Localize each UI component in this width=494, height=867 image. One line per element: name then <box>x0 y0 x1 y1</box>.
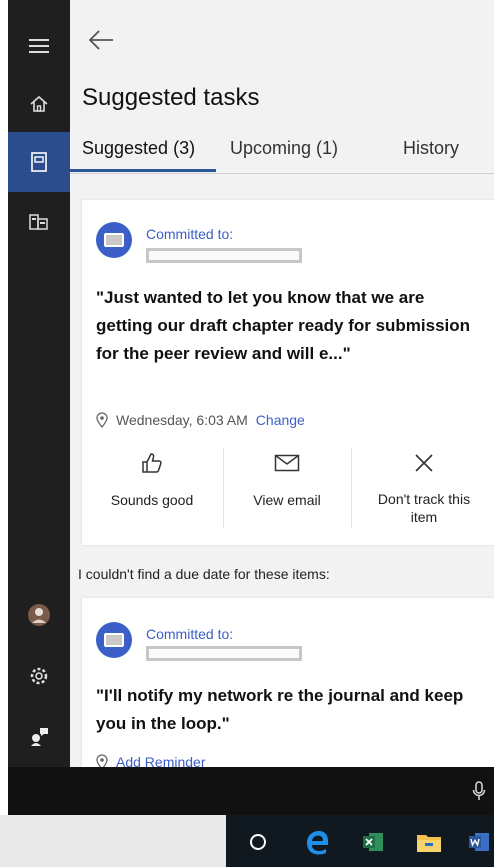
task-card: Committed to: "Just wanted to let you kn… <box>82 200 494 545</box>
reminder-row: Add Reminder <box>96 754 206 767</box>
word-icon <box>469 833 489 851</box>
notebook-button[interactable] <box>8 132 70 192</box>
task-quote: "Just wanted to let you know that we are… <box>96 288 471 363</box>
location-pin-icon <box>96 412 108 428</box>
file-explorer-taskbar-button[interactable] <box>414 827 444 857</box>
cortana-button[interactable] <box>243 827 273 857</box>
menu-button[interactable] <box>8 16 70 76</box>
excel-icon <box>363 833 383 851</box>
active-tab-indicator <box>70 169 216 172</box>
top-bar <box>70 0 494 78</box>
page-title: Suggested tasks <box>82 84 260 111</box>
feedback-button[interactable] <box>8 706 70 766</box>
settings-icon <box>30 667 48 685</box>
main-panel: Suggested tasks Suggested (3) Upcoming (… <box>70 0 494 767</box>
home-icon <box>30 95 48 112</box>
edge-taskbar-button[interactable] <box>302 827 332 857</box>
sounds-good-button[interactable]: Sounds good <box>82 448 222 538</box>
tab-history[interactable]: History <box>403 138 459 159</box>
user-avatar <box>28 604 50 626</box>
thumbs-up-icon <box>142 453 162 473</box>
view-email-label: View email <box>253 492 321 508</box>
collections-button[interactable] <box>8 192 70 252</box>
contact-avatar <box>96 222 132 258</box>
collections-icon <box>29 214 48 230</box>
settings-button[interactable] <box>8 646 70 706</box>
view-email-button[interactable]: View email <box>224 448 350 538</box>
excel-taskbar-button[interactable] <box>358 827 388 857</box>
dont-track-label: Don't track this item <box>377 491 471 525</box>
home-button[interactable] <box>8 74 70 134</box>
due-info: Wednesday, 6:03 AM Change <box>96 412 305 428</box>
microphone-icon <box>472 781 486 800</box>
committed-label: Committed to: <box>146 626 234 642</box>
no-due-date-notice: I couldn't find a due date for these ite… <box>78 566 330 582</box>
task-quote: "I'll notify my network re the journal a… <box>96 686 464 733</box>
back-button[interactable] <box>84 24 118 56</box>
left-rail <box>0 0 70 815</box>
microphone-button[interactable] <box>472 781 486 806</box>
location-pin-icon <box>96 754 108 767</box>
cortana-circle-icon <box>250 834 266 850</box>
due-time: Wednesday, 6:03 AM <box>116 412 248 428</box>
rail-edge <box>0 0 8 815</box>
tab-upcoming[interactable]: Upcoming (1) <box>230 138 338 159</box>
dont-track-button[interactable]: Don't track this item <box>352 448 494 538</box>
close-icon <box>415 454 433 472</box>
redacted-recipient <box>146 646 302 661</box>
sounds-good-label: Sounds good <box>110 492 194 508</box>
tab-suggested[interactable]: Suggested (3) <box>82 138 195 159</box>
tab-bar: Suggested (3) Upcoming (1) History <box>70 128 494 174</box>
file-explorer-icon <box>417 835 441 852</box>
add-reminder-link[interactable]: Add Reminder <box>116 754 206 767</box>
edge-icon <box>307 831 328 855</box>
profile-button[interactable] <box>8 585 70 645</box>
mail-icon <box>274 454 300 472</box>
feedback-icon <box>31 728 48 746</box>
back-arrow-icon <box>88 30 113 50</box>
notebook-icon <box>31 152 47 172</box>
word-taskbar-button[interactable] <box>464 827 494 857</box>
change-link[interactable]: Change <box>256 412 305 428</box>
menu-icon <box>29 39 49 53</box>
task-card: Committed to: "I'll notify my network re… <box>82 598 494 767</box>
committed-label: Committed to: <box>146 226 234 242</box>
redacted-recipient <box>146 248 302 263</box>
taskbar <box>0 815 494 867</box>
cortana-input-bar <box>8 767 494 815</box>
contact-avatar <box>96 622 132 658</box>
card-actions: Sounds good View email Don't track this … <box>82 448 494 538</box>
